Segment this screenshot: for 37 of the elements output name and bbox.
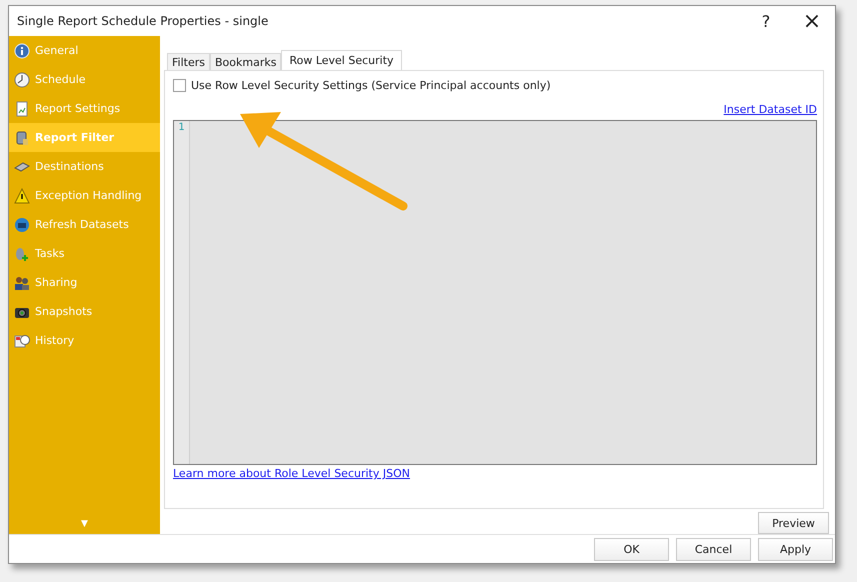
nav-icon <box>14 130 30 146</box>
sidebar-item[interactable]: Sharing <box>9 268 160 297</box>
sidebar-item[interactable]: Tasks <box>9 239 160 268</box>
sidebar-item[interactable]: Destinations <box>9 152 160 181</box>
dialog-button[interactable]: Cancel <box>676 538 751 560</box>
preview-button[interactable]: Preview <box>758 512 829 534</box>
insert-dataset-link[interactable]: Insert Dataset ID <box>724 103 817 116</box>
learn-more-link[interactable]: Learn more about Role Level Security JSON <box>173 467 410 480</box>
sidebar-item[interactable]: Snapshots <box>9 297 160 326</box>
help-button[interactable]: ? <box>743 6 789 36</box>
sidebar-item[interactable]: Report Settings <box>9 94 160 123</box>
nav-icon <box>14 216 30 232</box>
nav-icon <box>14 188 30 204</box>
nav-icon <box>14 274 30 290</box>
checkbox-label[interactable]: Use Row Level Security Settings (Service Principal accounts only) <box>173 79 817 92</box>
dialog-button[interactable]: Apply <box>758 538 833 560</box>
sidebar-item[interactable]: Schedule <box>9 65 160 94</box>
nav-icon <box>14 332 30 348</box>
nav-icon <box>14 246 30 262</box>
tab[interactable]: Row Level Security <box>281 50 402 70</box>
sidebar-item[interactable]: History <box>9 326 160 355</box>
window-title: Single Report Schedule Properties - single <box>17 14 270 28</box>
sidebar-item[interactable]: Exception Handling <box>9 181 160 210</box>
sidebar-item[interactable]: Report Filter <box>9 123 160 152</box>
nav-icon <box>14 42 30 58</box>
sidebar-item[interactable]: General <box>9 36 160 65</box>
nav-icon <box>14 100 30 116</box>
close-button[interactable]: × <box>789 6 835 36</box>
scroll-down-arrow[interactable]: ▼ <box>81 519 88 529</box>
sidebar-item[interactable]: Refresh Datasets <box>9 210 160 239</box>
line-number: 1 <box>178 122 185 133</box>
nav-icon <box>14 72 30 88</box>
tab[interactable]: Filters <box>167 53 210 70</box>
code-editor[interactable]: 1 <box>173 120 817 465</box>
dialog-button[interactable]: OK <box>594 538 669 560</box>
checkbox[interactable] <box>173 79 186 92</box>
tab[interactable]: Bookmarks <box>210 53 282 70</box>
